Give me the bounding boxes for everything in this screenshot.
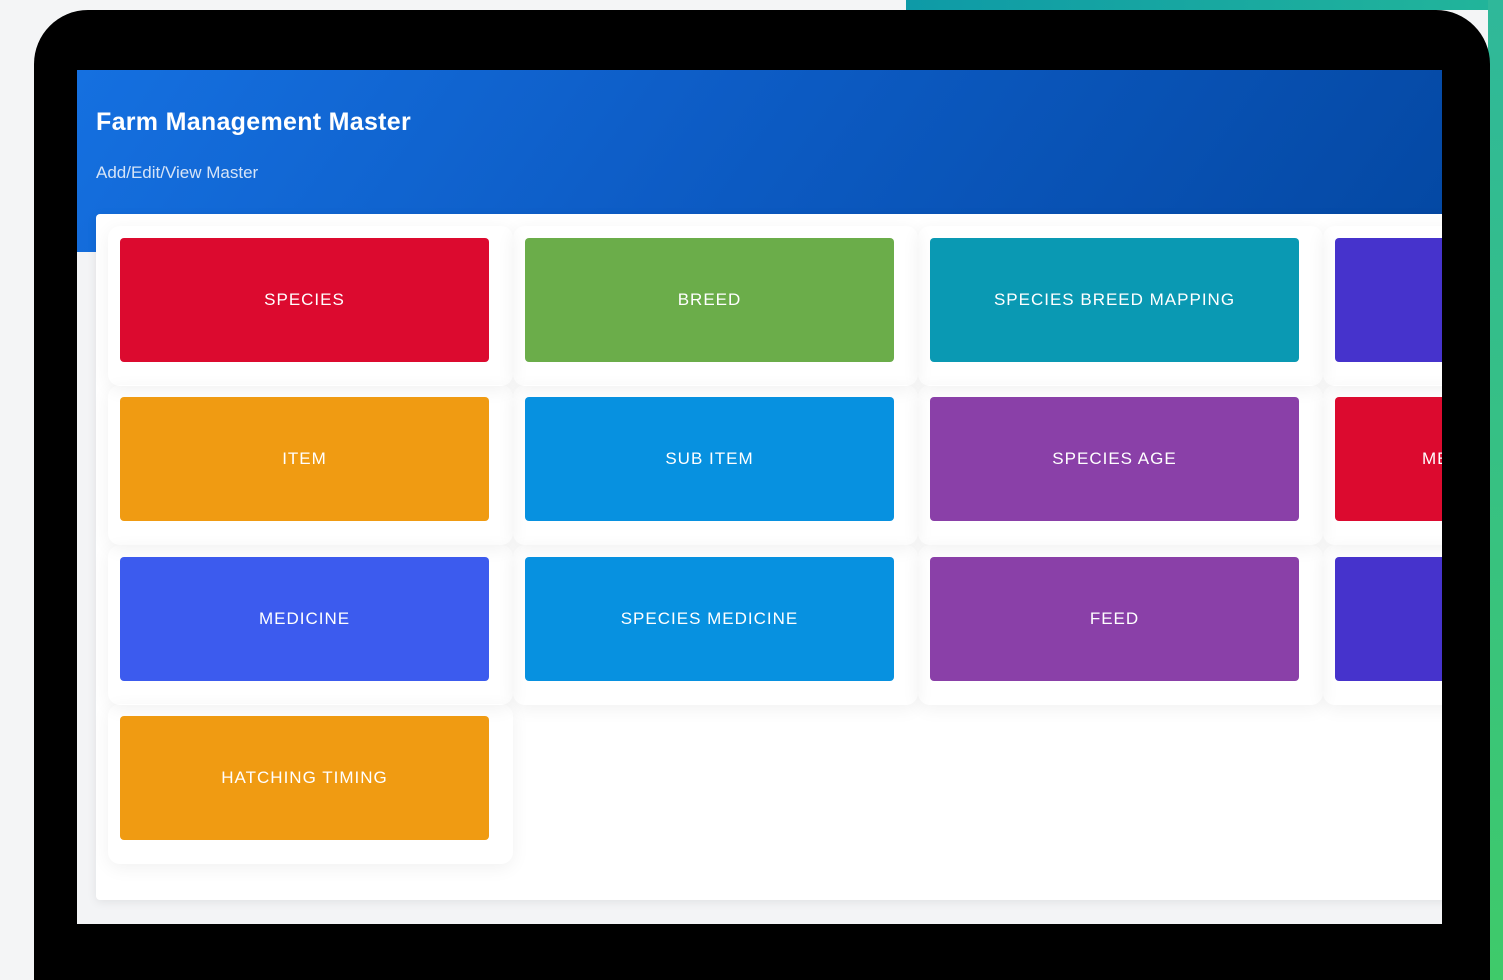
- tile-card: SUB ITEM: [513, 385, 918, 545]
- tile-card: MEDICINE: [108, 545, 513, 705]
- medicine-tile[interactable]: MEDICINE: [120, 557, 489, 681]
- species-age-tile[interactable]: SPECIES AGE: [930, 397, 1299, 521]
- species-medicine-tile[interactable]: SPECIES MEDICINE: [525, 557, 894, 681]
- unlabeled-tile-row3-col4[interactable]: [1335, 557, 1442, 681]
- tile-card: FEED: [918, 545, 1323, 705]
- feed-tile[interactable]: FEED: [930, 557, 1299, 681]
- tile-card: SPECIES AGE: [918, 385, 1323, 545]
- species-breed-mapping-tile[interactable]: SPECIES BREED MAPPING: [930, 238, 1299, 362]
- page-subtitle: Add/Edit/View Master: [96, 163, 259, 182]
- breed-tile[interactable]: BREED: [525, 238, 894, 362]
- tile-card: [1323, 545, 1442, 705]
- decorative-accent-bar-top: [906, 0, 1503, 10]
- tile-card: SPECIES: [108, 226, 513, 386]
- tile-card: [1323, 226, 1442, 386]
- tile-card: ME: [1323, 385, 1442, 545]
- tile-card: SPECIES BREED MAPPING: [918, 226, 1323, 386]
- truncated-tile-row2-col4[interactable]: ME: [1335, 397, 1442, 521]
- hatching-timing-tile[interactable]: HATCHING TIMING: [120, 716, 489, 840]
- tile-card: SPECIES MEDICINE: [513, 545, 918, 705]
- app-screen: Farm Management Master Add/Edit/View Mas…: [77, 70, 1442, 924]
- page-background: Farm Management Master Add/Edit/View Mas…: [0, 0, 1503, 980]
- tile-card: ITEM: [108, 385, 513, 545]
- item-tile[interactable]: ITEM: [120, 397, 489, 521]
- tile-card: HATCHING TIMING: [108, 704, 513, 864]
- decorative-accent-bar-right: [1488, 0, 1503, 980]
- tile-card: BREED: [513, 226, 918, 386]
- unlabeled-tile-row1-col4[interactable]: [1335, 238, 1442, 362]
- sub-item-tile[interactable]: SUB ITEM: [525, 397, 894, 521]
- species-tile[interactable]: SPECIES: [120, 238, 489, 362]
- page-title: Farm Management Master: [96, 108, 412, 136]
- master-menu-panel: SPECIES BREED SPECIES BREED MAPPING ITEM…: [96, 214, 1442, 900]
